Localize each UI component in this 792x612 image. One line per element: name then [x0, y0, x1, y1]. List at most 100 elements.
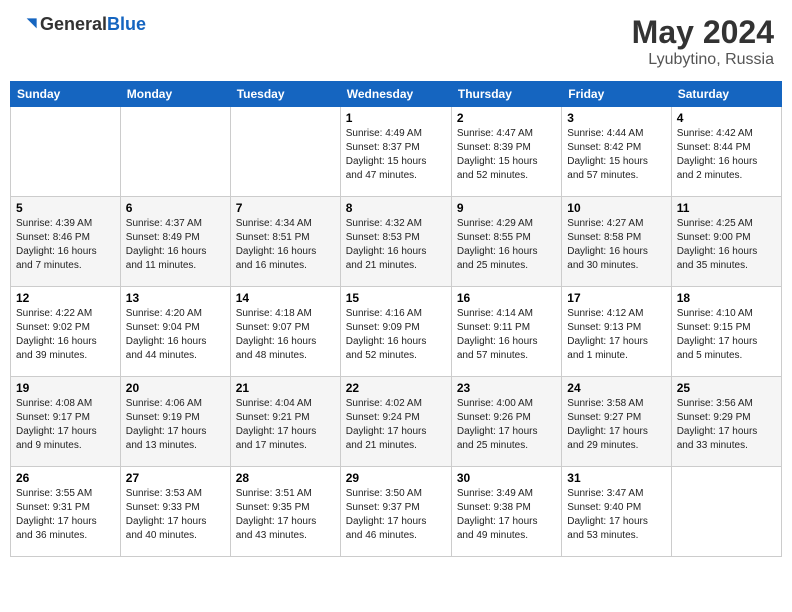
day-of-week-header: Friday [562, 82, 671, 107]
calendar-cell: 19Sunrise: 4:08 AM Sunset: 9:17 PM Dayli… [11, 377, 121, 467]
logo-text: GeneralBlue [40, 14, 146, 35]
calendar-cell: 31 Sunrise: 3:47 AM Sunset: 9:40 PM Dayli… [562, 467, 671, 557]
calendar-table: SundayMondayTuesdayWednesdayThursdayFrid… [10, 81, 782, 557]
calendar-cell: 24 Sunrise: 3:58 AM Sunset: 9:27 PM Dayli… [562, 377, 671, 467]
day-info: Sunrise: 3:47 AM Sunset: 9:40 PM Dayligh… [567, 487, 665, 543]
calendar-cell: 30 Sunrise: 3:49 AM Sunset: 9:38 PM Dayli… [451, 467, 561, 557]
day-number: 1 [346, 111, 446, 125]
calendar-header-row: SundayMondayTuesdayWednesdayThursdayFrid… [11, 82, 782, 107]
day-number: 27 [126, 471, 225, 485]
day-info: Sunrise: 4:22 AM Sunset: 9:02 PM Dayligh… [16, 307, 115, 363]
calendar-cell: 29 Sunrise: 3:50 AM Sunset: 9:37 PM Dayli… [340, 467, 451, 557]
day-info: Sunrise: 3:53 AM Sunset: 9:33 PM Dayligh… [126, 487, 225, 543]
day-info: Sunrise: 4:16 AM Sunset: 9:09 PM Dayligh… [346, 307, 446, 363]
page-header: GeneralBlue May 2024 Lyubytino, Russia [10, 10, 782, 73]
calendar-cell: 13Sunrise: 4:20 AM Sunset: 9:04 PM Dayli… [120, 287, 230, 377]
day-number: 4 [677, 111, 776, 125]
day-info: Sunrise: 3:50 AM Sunset: 9:37 PM Dayligh… [346, 487, 446, 543]
calendar-cell: 22 Sunrise: 4:02 AM Sunset: 9:24 PM Dayli… [340, 377, 451, 467]
logo-icon [20, 15, 40, 35]
day-number: 23 [457, 381, 556, 395]
calendar-cell: 18 Sunrise: 4:10 AM Sunset: 9:15 PM Dayli… [671, 287, 781, 377]
day-info: Sunrise: 3:58 AM Sunset: 9:27 PM Dayligh… [567, 397, 665, 453]
day-number: 22 [346, 381, 446, 395]
calendar-cell: 12 Sunrise: 4:22 AM Sunset: 9:02 PM Dayli… [11, 287, 121, 377]
calendar-cell: 6Sunrise: 4:37 AM Sunset: 8:49 PM Daylig… [120, 197, 230, 287]
day-info: Sunrise: 4:02 AM Sunset: 9:24 PM Dayligh… [346, 397, 446, 453]
day-number: 10 [567, 201, 665, 215]
day-of-week-header: Thursday [451, 82, 561, 107]
calendar-cell [120, 107, 230, 197]
calendar-cell: 2 Sunrise: 4:47 AM Sunset: 8:39 PM Daylig… [451, 107, 561, 197]
calendar-week-row: 5 Sunrise: 4:39 AM Sunset: 8:46 PM Daylig… [11, 197, 782, 287]
day-info: Sunrise: 4:29 AM Sunset: 8:55 PM Dayligh… [457, 217, 556, 273]
day-info: Sunrise: 4:42 AM Sunset: 8:44 PM Dayligh… [677, 127, 776, 183]
month-year-title: May 2024 [632, 14, 774, 51]
day-info: Sunrise: 4:10 AM Sunset: 9:15 PM Dayligh… [677, 307, 776, 363]
day-number: 31 [567, 471, 665, 485]
day-info: Sunrise: 4:12 AM Sunset: 9:13 PM Dayligh… [567, 307, 665, 363]
calendar-cell: 15 Sunrise: 4:16 AM Sunset: 9:09 PM Dayli… [340, 287, 451, 377]
calendar-cell: 25Sunrise: 3:56 AM Sunset: 9:29 PM Dayli… [671, 377, 781, 467]
calendar-cell: 1 Sunrise: 4:49 AM Sunset: 8:37 PM Daylig… [340, 107, 451, 197]
calendar-cell: 28 Sunrise: 3:51 AM Sunset: 9:35 PM Dayli… [230, 467, 340, 557]
logo-general: General [40, 14, 107, 34]
day-info: Sunrise: 4:32 AM Sunset: 8:53 PM Dayligh… [346, 217, 446, 273]
day-of-week-header: Saturday [671, 82, 781, 107]
day-info: Sunrise: 4:18 AM Sunset: 9:07 PM Dayligh… [236, 307, 335, 363]
day-info: Sunrise: 3:49 AM Sunset: 9:38 PM Dayligh… [457, 487, 556, 543]
calendar-cell: 8 Sunrise: 4:32 AM Sunset: 8:53 PM Daylig… [340, 197, 451, 287]
day-number: 18 [677, 291, 776, 305]
calendar-cell: 26 Sunrise: 3:55 AM Sunset: 9:31 PM Dayli… [11, 467, 121, 557]
day-number: 6 [126, 201, 225, 215]
calendar-cell [671, 467, 781, 557]
logo-blue: Blue [107, 14, 146, 34]
day-info: Sunrise: 4:34 AM Sunset: 8:51 PM Dayligh… [236, 217, 335, 273]
day-of-week-header: Wednesday [340, 82, 451, 107]
calendar-cell: 5 Sunrise: 4:39 AM Sunset: 8:46 PM Daylig… [11, 197, 121, 287]
day-number: 14 [236, 291, 335, 305]
day-info: Sunrise: 4:00 AM Sunset: 9:26 PM Dayligh… [457, 397, 556, 453]
day-number: 29 [346, 471, 446, 485]
calendar-cell: 4 Sunrise: 4:42 AM Sunset: 8:44 PM Daylig… [671, 107, 781, 197]
day-number: 17 [567, 291, 665, 305]
day-info: Sunrise: 4:27 AM Sunset: 8:58 PM Dayligh… [567, 217, 665, 273]
day-info: Sunrise: 3:55 AM Sunset: 9:31 PM Dayligh… [16, 487, 115, 543]
day-number: 5 [16, 201, 115, 215]
day-number: 11 [677, 201, 776, 215]
day-number: 8 [346, 201, 446, 215]
calendar-cell: 14 Sunrise: 4:18 AM Sunset: 9:07 PM Dayli… [230, 287, 340, 377]
day-info: Sunrise: 4:47 AM Sunset: 8:39 PM Dayligh… [457, 127, 556, 183]
day-number: 30 [457, 471, 556, 485]
day-number: 2 [457, 111, 556, 125]
day-info: Sunrise: 3:51 AM Sunset: 9:35 PM Dayligh… [236, 487, 335, 543]
calendar-cell: 9 Sunrise: 4:29 AM Sunset: 8:55 PM Daylig… [451, 197, 561, 287]
day-info: Sunrise: 3:56 AM Sunset: 9:29 PM Dayligh… [677, 397, 776, 453]
day-info: Sunrise: 4:49 AM Sunset: 8:37 PM Dayligh… [346, 127, 446, 183]
calendar-cell: 16Sunrise: 4:14 AM Sunset: 9:11 PM Dayli… [451, 287, 561, 377]
calendar-cell: 17 Sunrise: 4:12 AM Sunset: 9:13 PM Dayli… [562, 287, 671, 377]
day-info: Sunrise: 4:06 AM Sunset: 9:19 PM Dayligh… [126, 397, 225, 453]
day-number: 28 [236, 471, 335, 485]
day-number: 9 [457, 201, 556, 215]
day-info: Sunrise: 4:44 AM Sunset: 8:42 PM Dayligh… [567, 127, 665, 183]
calendar-week-row: 26 Sunrise: 3:55 AM Sunset: 9:31 PM Dayli… [11, 467, 782, 557]
calendar-cell: 3 Sunrise: 4:44 AM Sunset: 8:42 PM Daylig… [562, 107, 671, 197]
calendar-cell: 11 Sunrise: 4:25 AM Sunset: 9:00 PM Dayli… [671, 197, 781, 287]
day-number: 26 [16, 471, 115, 485]
calendar-cell: 10 Sunrise: 4:27 AM Sunset: 8:58 PM Dayli… [562, 197, 671, 287]
day-number: 24 [567, 381, 665, 395]
day-number: 3 [567, 111, 665, 125]
day-info: Sunrise: 4:39 AM Sunset: 8:46 PM Dayligh… [16, 217, 115, 273]
day-number: 16 [457, 291, 556, 305]
calendar-cell: 27 Sunrise: 3:53 AM Sunset: 9:33 PM Dayli… [120, 467, 230, 557]
day-number: 21 [236, 381, 335, 395]
calendar-cell [230, 107, 340, 197]
day-of-week-header: Monday [120, 82, 230, 107]
calendar-week-row: 19Sunrise: 4:08 AM Sunset: 9:17 PM Dayli… [11, 377, 782, 467]
day-info: Sunrise: 4:25 AM Sunset: 9:00 PM Dayligh… [677, 217, 776, 273]
location-subtitle: Lyubytino, Russia [632, 51, 774, 69]
day-number: 12 [16, 291, 115, 305]
day-number: 15 [346, 291, 446, 305]
calendar-week-row: 1 Sunrise: 4:49 AM Sunset: 8:37 PM Daylig… [11, 107, 782, 197]
